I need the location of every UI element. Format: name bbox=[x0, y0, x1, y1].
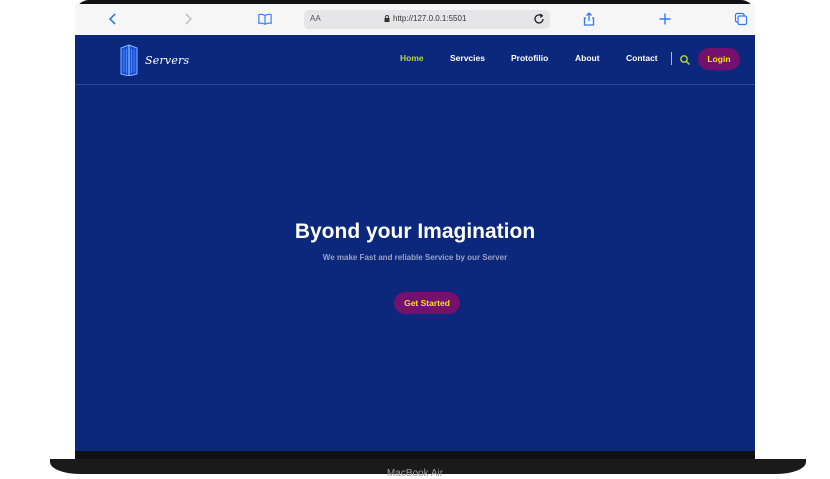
tabs-overview-icon[interactable] bbox=[733, 11, 749, 27]
reload-icon[interactable] bbox=[532, 12, 546, 26]
nav-item-contact[interactable]: Contact bbox=[626, 53, 658, 63]
new-tab-icon[interactable] bbox=[657, 11, 673, 27]
login-button[interactable]: Login bbox=[698, 48, 740, 70]
hero-title: Byond your Imagination bbox=[294, 220, 536, 243]
lock-icon bbox=[384, 15, 390, 22]
hero-subtitle: We make Fast and reliable Service by our… bbox=[322, 253, 508, 262]
bookmarks-icon[interactable] bbox=[257, 11, 273, 27]
site-navbar: Servers Home Servcies Protofilio About C… bbox=[75, 35, 755, 85]
forward-icon[interactable] bbox=[180, 11, 196, 27]
reader-aa-button[interactable]: AA bbox=[310, 14, 321, 23]
back-icon[interactable] bbox=[105, 11, 121, 27]
address-bar[interactable]: AA http://127.0.0.1:5501 bbox=[304, 10, 550, 29]
url-text: http://127.0.0.1:5501 bbox=[393, 14, 467, 23]
get-started-button[interactable]: Get Started bbox=[394, 292, 460, 314]
nav-item-portfolio[interactable]: Protofilio bbox=[511, 53, 548, 63]
share-icon[interactable] bbox=[581, 11, 597, 27]
nav-divider bbox=[671, 52, 672, 65]
device-label: MacBook Air bbox=[386, 468, 444, 479]
url-text-wrap: http://127.0.0.1:5501 bbox=[384, 14, 466, 23]
nav-menu: Home Servcies Protofilio About Contact bbox=[75, 53, 755, 67]
nav-item-about[interactable]: About bbox=[575, 53, 600, 63]
browser-toolbar: AA http://127.0.0.1:5501 bbox=[75, 4, 755, 36]
nav-item-home[interactable]: Home bbox=[400, 53, 424, 63]
nav-item-services[interactable]: Servcies bbox=[450, 53, 485, 63]
screen: AA http://127.0.0.1:5501 Servers Home Se… bbox=[75, 4, 755, 451]
search-icon[interactable] bbox=[679, 53, 691, 66]
